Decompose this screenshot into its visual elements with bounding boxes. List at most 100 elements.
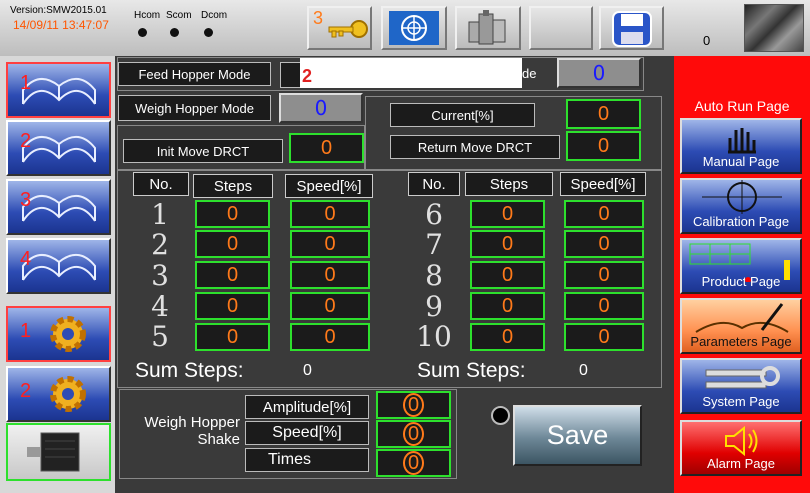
- status-label-dcom: Dcom: [201, 10, 228, 21]
- nav-label: Parameters Page: [690, 334, 792, 349]
- steps-value[interactable]: 0: [470, 323, 545, 351]
- speed-value[interactable]: 0: [564, 261, 644, 289]
- table-header-steps: Steps: [465, 172, 553, 196]
- steps-value[interactable]: 0: [470, 230, 545, 258]
- weigh-hopper-mode-value[interactable]: 0: [279, 93, 363, 123]
- table-header-no: No.: [408, 172, 460, 196]
- left-nav-motor[interactable]: [6, 423, 111, 481]
- scom-indicator: [170, 28, 179, 37]
- nav-number: 2: [20, 130, 32, 152]
- calibration-page-button[interactable]: Calibration Page: [680, 178, 802, 234]
- current-value[interactable]: 0: [566, 99, 641, 129]
- book-pen-icon: [695, 303, 789, 333]
- nav-label: Alarm Page: [707, 456, 775, 471]
- sum-steps-label: Sum Steps:: [417, 359, 526, 382]
- counter-value: 0: [703, 33, 711, 48]
- photo-thumbnail: [744, 4, 804, 52]
- shake-times-number: 0: [402, 451, 425, 475]
- shake-times-label: Times: [245, 448, 369, 472]
- speed-value[interactable]: 0: [564, 323, 644, 351]
- right-nav: Auto Run Page Manual Page Calibration Pa…: [674, 56, 810, 493]
- speed-value[interactable]: 0: [290, 230, 370, 258]
- steps-value[interactable]: 0: [195, 261, 270, 289]
- crosshair-icon: [702, 180, 782, 214]
- un-emblem-icon: [389, 11, 439, 45]
- speed-value[interactable]: 0: [290, 292, 370, 320]
- blank-button[interactable]: [529, 6, 593, 50]
- init-move-drct-label: Init Move DRCT: [123, 139, 283, 163]
- amplitude-value[interactable]: 0: [376, 391, 451, 419]
- sum-steps-left-value: 0: [303, 362, 312, 379]
- current-label: Current[%]: [390, 103, 535, 127]
- save-button[interactable]: Save: [513, 405, 642, 466]
- speed-value[interactable]: 0: [290, 323, 370, 351]
- product-page-button[interactable]: Product Page: [680, 238, 802, 294]
- feed-hopper-mode-value[interactable]: 0: [557, 58, 641, 88]
- return-move-drct-label: Return Move DRCT: [390, 135, 560, 159]
- row-number: 6: [425, 198, 443, 231]
- table-header-speed: Speed[%]: [285, 174, 373, 198]
- nav-number: 2: [20, 380, 32, 402]
- left-nav: 1 2 3 4 1 2: [0, 56, 115, 493]
- shake-speed-label: Speed[%]: [245, 421, 369, 445]
- steps-value[interactable]: 0: [470, 200, 545, 228]
- row-number: 3: [151, 259, 169, 292]
- table-header-speed: Speed[%]: [560, 172, 646, 196]
- status-label-scom: Scom: [166, 10, 192, 21]
- speed-value[interactable]: 0: [290, 200, 370, 228]
- table-header-steps: Steps: [193, 174, 273, 198]
- init-move-drct-value[interactable]: 0: [289, 133, 364, 163]
- alarm-page-button[interactable]: Alarm Page: [680, 420, 802, 476]
- language-button[interactable]: [381, 6, 447, 50]
- shake-times-value[interactable]: 0: [376, 449, 451, 477]
- hcom-indicator: [138, 28, 147, 37]
- speed-value[interactable]: 0: [290, 261, 370, 289]
- shake-speed-number: 0: [402, 422, 425, 446]
- left-nav-book-4[interactable]: 4: [6, 238, 111, 294]
- gear-icon: [49, 376, 86, 412]
- nav-label: System Page: [702, 394, 780, 409]
- steps-value[interactable]: 0: [195, 292, 270, 320]
- sum-steps-label: Sum Steps:: [135, 359, 244, 382]
- left-nav-gear-2[interactable]: 2: [6, 366, 111, 422]
- machine-button[interactable]: [455, 6, 521, 50]
- nav-label: Calibration Page: [692, 214, 790, 229]
- left-nav-book-2[interactable]: 2: [6, 120, 111, 176]
- system-page-button[interactable]: System Page: [680, 358, 802, 414]
- manual-page-button[interactable]: Manual Page: [680, 118, 802, 174]
- left-nav-book-3[interactable]: 3: [6, 179, 111, 235]
- version-text: Version:SMW2015.01: [10, 5, 107, 16]
- row-number: 10: [416, 320, 452, 353]
- nav-number: 1: [20, 320, 32, 342]
- steps-value[interactable]: 0: [470, 261, 545, 289]
- save-disk-icon: [612, 11, 652, 47]
- feed-hopper-popup[interactable]: 2: [300, 58, 522, 88]
- row-number: 7: [425, 228, 443, 261]
- top-bar: Version:SMW2015.01 14/09/11 13:47:07 Hco…: [0, 0, 810, 56]
- return-move-drct-value[interactable]: 0: [566, 131, 641, 161]
- dcom-indicator: [204, 28, 213, 37]
- steps-value[interactable]: 0: [195, 230, 270, 258]
- left-nav-gear-1[interactable]: 1: [6, 306, 111, 362]
- speed-value[interactable]: 0: [564, 200, 644, 228]
- key-badge: 3: [313, 8, 324, 28]
- save-disk-button[interactable]: [599, 6, 664, 50]
- hand-icon: [728, 128, 756, 154]
- row-number: 8: [425, 259, 443, 292]
- nav-label: Manual Page: [702, 154, 780, 169]
- steps-value[interactable]: 0: [195, 200, 270, 228]
- left-nav-book-1[interactable]: 1: [6, 62, 111, 118]
- current-page-title: Auto Run Page: [694, 98, 790, 114]
- steps-value[interactable]: 0: [470, 292, 545, 320]
- shake-speed-value[interactable]: 0: [376, 420, 451, 448]
- nav-number: 1: [20, 72, 32, 94]
- sum-steps-right-value: 0: [579, 362, 588, 379]
- parameters-page-button[interactable]: Parameters Page: [680, 298, 802, 354]
- speed-value[interactable]: 0: [564, 230, 644, 258]
- key-icon: [328, 20, 368, 38]
- key-button[interactable]: 3: [307, 6, 372, 50]
- speaker-icon: [725, 425, 758, 457]
- feed-hopper-mode-label: Feed Hopper Mode: [118, 62, 271, 86]
- steps-value[interactable]: 0: [195, 323, 270, 351]
- speed-value[interactable]: 0: [564, 292, 644, 320]
